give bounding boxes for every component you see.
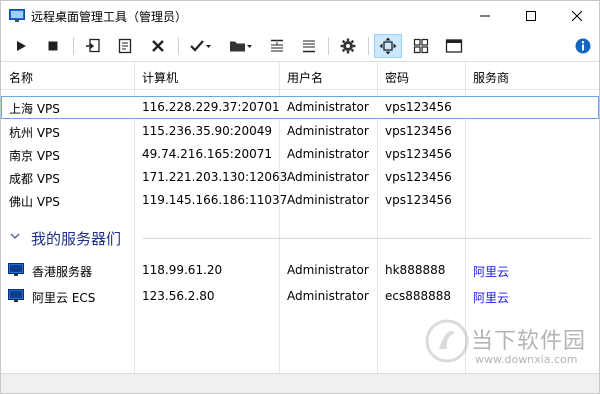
delete-button[interactable]	[146, 34, 170, 58]
move-top-button[interactable]	[265, 34, 289, 58]
toolbar-separator	[368, 37, 369, 55]
cell-computer: 116.228.229.37:20701	[142, 100, 280, 114]
table-row[interactable]: 南京 VPS 49.74.216.165:20071 Administrator…	[1, 143, 599, 166]
table-row[interactable]: 香港服务器 118.99.61.20 Administrator hk88888…	[1, 259, 599, 282]
cell-username: Administrator	[287, 289, 369, 303]
maximize-icon	[526, 11, 536, 21]
import-icon	[86, 38, 100, 53]
group-label: 我的服务器们	[31, 230, 122, 248]
cell-username: Administrator	[287, 124, 369, 138]
title-bar: 远程桌面管理工具（管理员）	[1, 1, 599, 31]
window-view-button[interactable]	[442, 34, 466, 58]
cell-username: Administrator	[287, 193, 369, 207]
cell-computer: 171.221.203.130:12063	[142, 170, 288, 184]
connect-button[interactable]	[9, 34, 33, 58]
app-window: 远程桌面管理工具（管理员） 名称 计算机 用户名 密码 服务商 上海 VPS 1…	[0, 0, 600, 394]
cell-computer: 123.56.2.80	[142, 289, 215, 303]
minimize-icon	[480, 15, 490, 17]
cell-password: vps123456	[385, 170, 452, 184]
cell-username: Administrator	[287, 263, 369, 277]
notes-button[interactable]	[113, 34, 137, 58]
cell-password: vps123456	[385, 193, 452, 207]
cell-computer: 115.236.35.90:20049	[142, 124, 273, 138]
column-header-username[interactable]: 用户名	[287, 69, 323, 86]
stop-icon	[48, 41, 58, 51]
app-icon	[9, 9, 25, 22]
cell-computer: 49.74.216.165:20071	[142, 147, 273, 161]
computer-icon	[8, 289, 24, 302]
table-header: 名称 计算机 用户名 密码 服务商	[1, 62, 599, 90]
fit-screen-icon	[379, 37, 397, 55]
settings-button[interactable]	[336, 34, 360, 58]
minimize-button[interactable]	[462, 1, 508, 31]
settings-icon	[340, 38, 356, 54]
notes-icon	[118, 38, 132, 54]
cell-name: 杭州 VPS	[9, 126, 60, 140]
watermark-url: www.downxia.com	[475, 353, 578, 366]
status-bar	[1, 373, 599, 393]
table-row[interactable]: 佛山 VPS 119.145.166.186:11037 Administrat…	[1, 189, 599, 212]
cell-password: vps123456	[385, 124, 452, 138]
watermark-text: 当下软件园	[471, 329, 587, 354]
group-header[interactable]: 我的服务器们	[1, 226, 599, 250]
cell-computer: 118.99.61.20	[142, 263, 223, 277]
cell-username: Administrator	[287, 170, 369, 184]
play-icon	[17, 41, 26, 51]
window-icon	[445, 39, 463, 53]
toolbar-separator	[328, 37, 329, 55]
import-button[interactable]	[81, 34, 105, 58]
cell-username: Administrator	[287, 100, 369, 114]
cell-name: 成都 VPS	[9, 172, 60, 186]
disconnect-button[interactable]	[41, 34, 65, 58]
toolbar	[1, 31, 599, 61]
cell-name: 上海 VPS	[9, 102, 60, 116]
align-bottom-icon	[303, 40, 315, 53]
watermark-logo	[425, 319, 469, 363]
table-row[interactable]: 上海 VPS 116.228.229.37:20701 Administrato…	[1, 96, 599, 119]
toolbar-separator	[178, 37, 179, 55]
cell-password: vps123456	[385, 147, 452, 161]
table-row[interactable]: 杭州 VPS 115.236.35.90:20049 Administrator…	[1, 120, 599, 143]
info-icon	[575, 38, 591, 54]
cell-name: 南京 VPS	[9, 149, 60, 163]
column-header-name[interactable]: 名称	[9, 69, 33, 86]
about-button[interactable]	[571, 34, 595, 58]
folder-dropdown-button[interactable]	[225, 34, 257, 58]
cell-provider[interactable]: 阿里云	[473, 263, 509, 280]
cell-name: 香港服务器	[32, 265, 93, 279]
column-header-computer[interactable]: 计算机	[142, 69, 178, 86]
cell-provider[interactable]: 阿里云	[473, 289, 509, 306]
computer-icon	[8, 263, 24, 276]
column-header-provider[interactable]: 服务商	[473, 69, 509, 86]
check-icon	[190, 40, 211, 52]
folder-icon	[230, 41, 252, 52]
cell-password: ecs888888	[385, 289, 452, 303]
table-row[interactable]: 阿里云 ECS 123.56.2.80 Administrator ecs888…	[1, 285, 599, 308]
grid-view-button[interactable]	[409, 34, 433, 58]
maximize-button[interactable]	[508, 1, 554, 31]
column-header-password[interactable]: 密码	[385, 69, 409, 86]
align-top-icon	[271, 39, 283, 52]
close-button[interactable]	[554, 1, 600, 31]
move-bottom-button[interactable]	[297, 34, 321, 58]
toolbar-separator	[73, 37, 74, 55]
cell-username: Administrator	[287, 147, 369, 161]
chevron-down-icon	[10, 233, 20, 239]
table-row[interactable]: 成都 VPS 171.221.203.130:12063 Administrat…	[1, 166, 599, 189]
grid-icon	[413, 38, 429, 54]
cell-computer: 119.145.166.186:11037	[142, 193, 288, 207]
cell-name: 阿里云 ECS	[32, 291, 96, 305]
group-divider	[143, 238, 591, 239]
cell-password: vps123456	[385, 100, 452, 114]
check-dropdown-button[interactable]	[186, 34, 216, 58]
delete-icon	[152, 40, 164, 52]
close-icon	[572, 11, 582, 21]
cell-name: 佛山 VPS	[9, 195, 60, 209]
cell-password: hk888888	[385, 263, 446, 277]
fit-screen-button[interactable]	[374, 34, 402, 58]
window-title: 远程桌面管理工具（管理员）	[31, 10, 188, 24]
